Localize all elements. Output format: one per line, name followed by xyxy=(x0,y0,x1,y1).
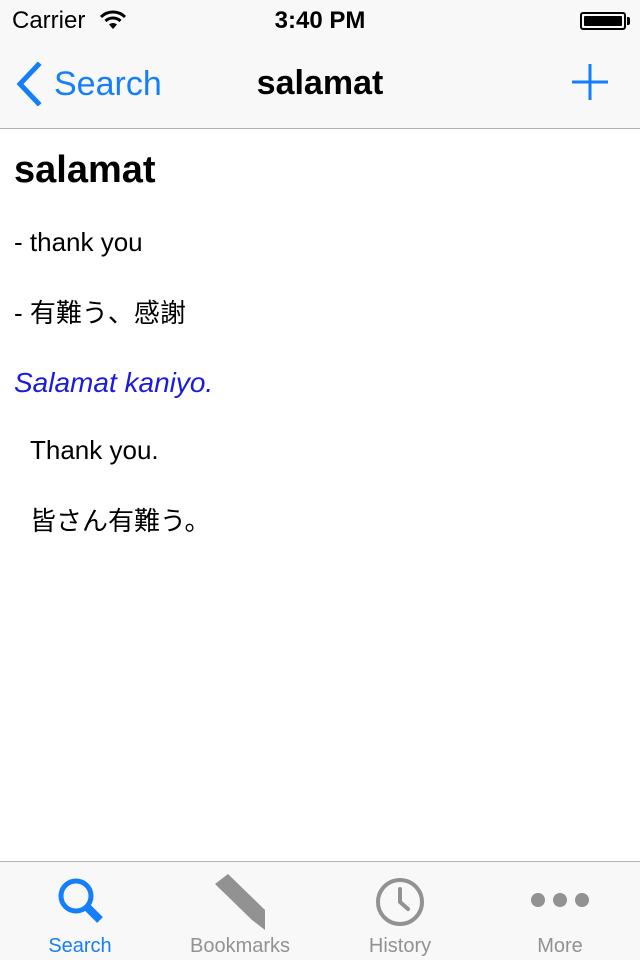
tab-bookmarks[interactable]: Bookmarks xyxy=(160,862,320,960)
status-bar: Carrier 3:40 PM xyxy=(0,0,640,40)
search-icon xyxy=(58,878,103,923)
navigation-bar: Search salamat xyxy=(0,40,640,128)
more-icon xyxy=(531,893,589,907)
tab-label: More xyxy=(537,935,583,957)
top-bar: Carrier 3:40 PM Search salamat xyxy=(0,0,640,129)
clock-icon xyxy=(376,878,424,926)
bookmark-icon xyxy=(215,874,265,930)
battery-icon xyxy=(580,12,626,30)
example-sentence: Salamat kaniyo. xyxy=(14,367,214,398)
page-title: salamat xyxy=(256,64,384,102)
battery-nub xyxy=(627,17,630,25)
tab-search[interactable]: Search xyxy=(0,862,160,960)
tab-history[interactable]: History xyxy=(320,862,480,960)
tab-label: History xyxy=(368,935,432,957)
entry-content: salamat - thank you - 有難う、感謝 Salamat kan… xyxy=(0,129,640,861)
plus-icon[interactable] xyxy=(570,62,610,102)
definition-japanese: - 有難う、感謝 xyxy=(14,298,186,328)
tab-more[interactable]: More xyxy=(480,862,640,960)
battery-level xyxy=(584,16,622,26)
example-translation-english: Thank you. xyxy=(30,435,159,465)
tab-bar: Search Bookmarks History More xyxy=(0,861,640,960)
tab-label: Bookmarks xyxy=(189,935,291,957)
definition-english: - thank you xyxy=(14,227,143,257)
status-time: 3:40 PM xyxy=(274,7,366,34)
example-translation-japanese: 皆さん有難う。 xyxy=(30,506,211,536)
tab-label: Search xyxy=(48,935,112,957)
entry-headword: salamat xyxy=(14,149,156,191)
